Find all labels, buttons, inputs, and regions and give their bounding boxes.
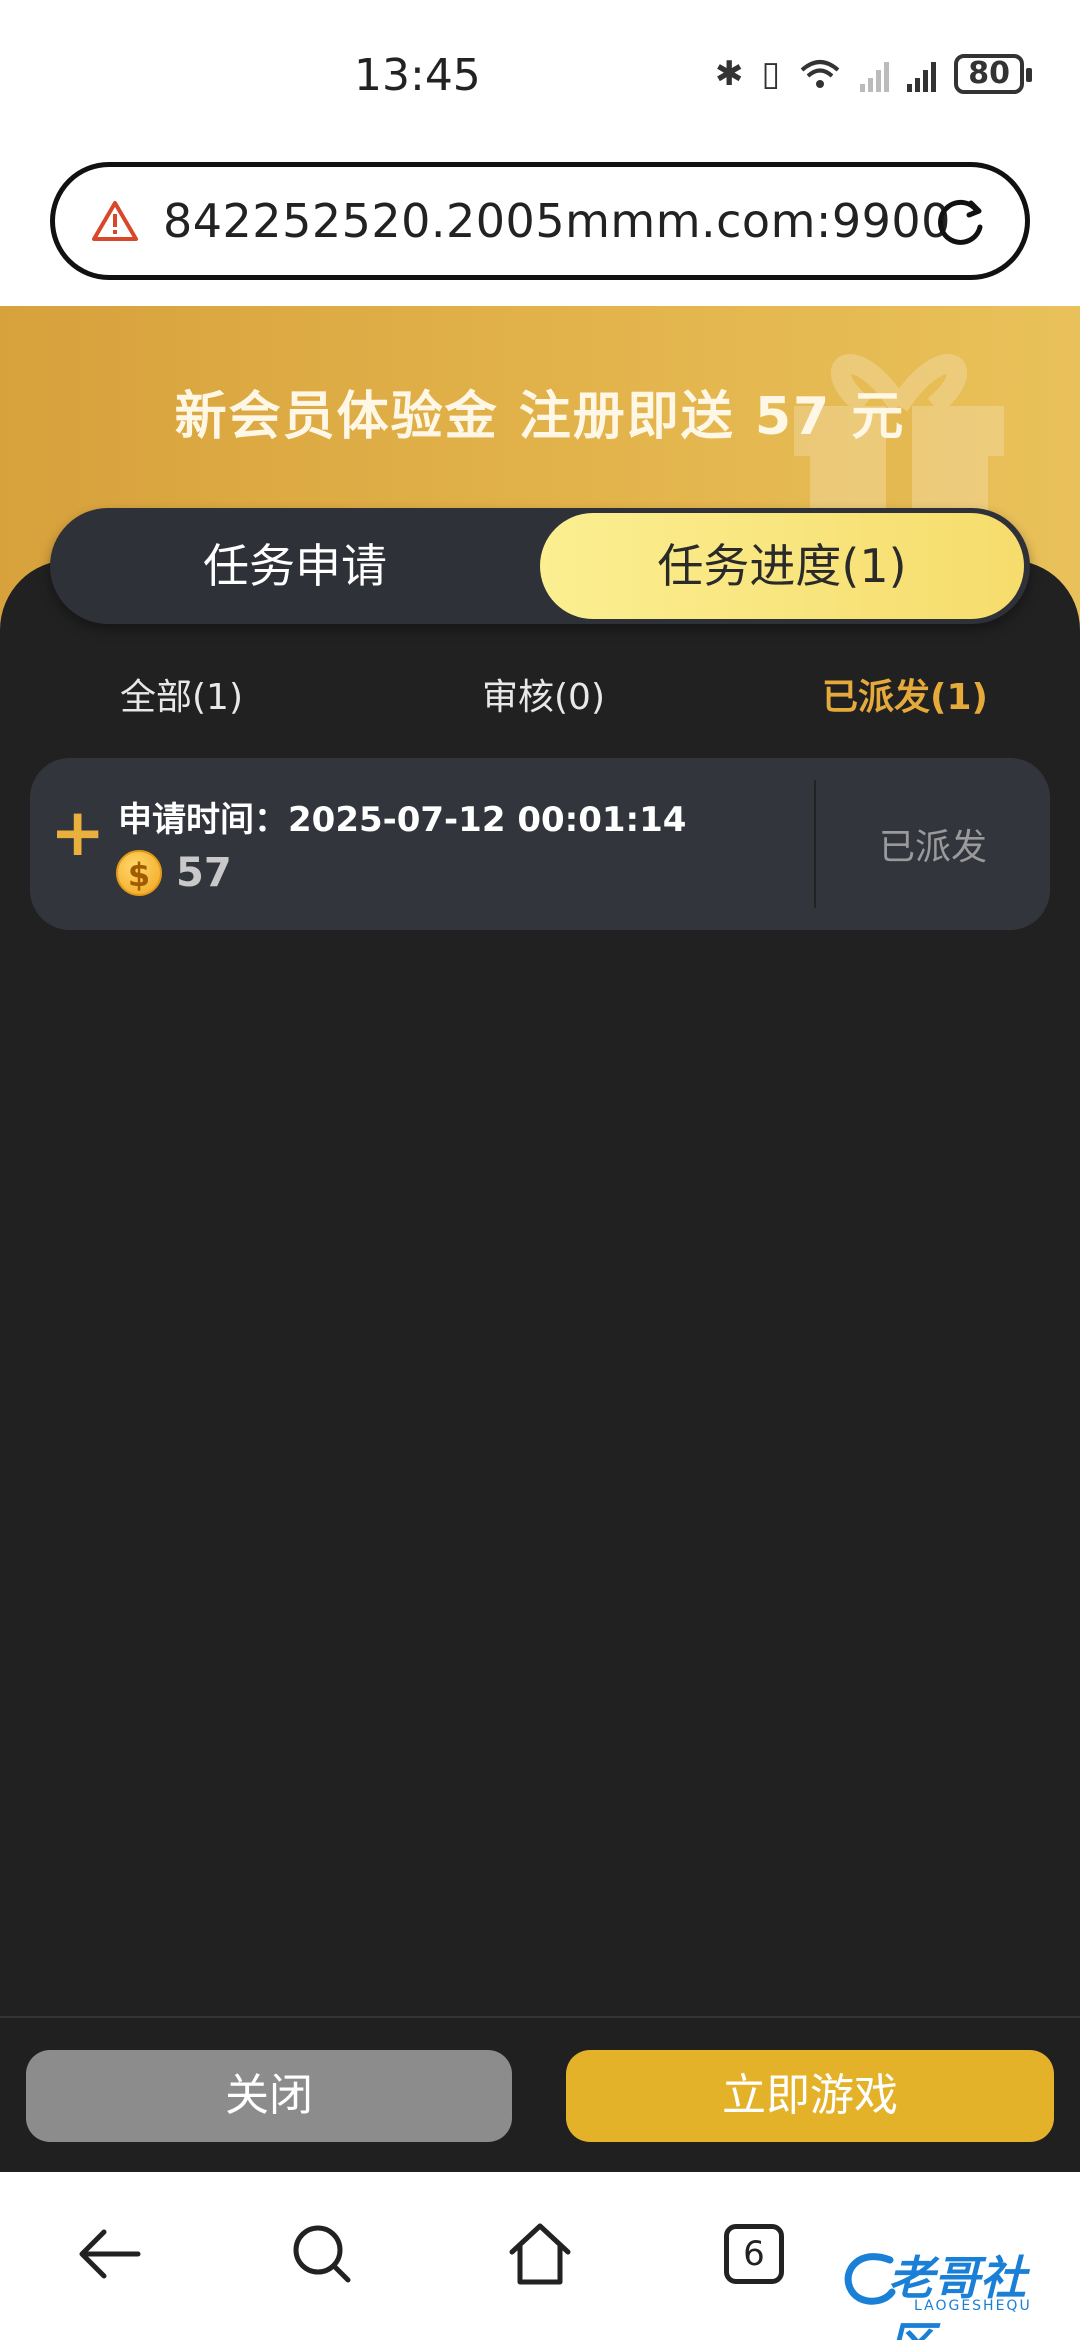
tab-task-progress[interactable]: 任务进度(1): [540, 513, 1024, 619]
subtab-review[interactable]: 审核(0): [482, 668, 605, 720]
tab-task-apply[interactable]: 任务申请: [50, 508, 540, 624]
watermark-logo: 老哥社区 LAOGESHEQU: [840, 2242, 1070, 2340]
expand-plus-icon[interactable]: +: [50, 800, 105, 866]
close-button[interactable]: 关闭: [26, 2050, 512, 2142]
status-icons: ✱ ▯ 80: [715, 54, 1032, 94]
watermark-text: 老哥社区: [888, 2251, 1026, 2340]
play-now-button[interactable]: 立即游戏: [566, 2050, 1054, 2142]
vibrate-icon: ▯: [761, 54, 781, 94]
wifi-icon: [800, 60, 840, 88]
battery-indicator: 80: [954, 54, 1032, 94]
status-badge: 已派发: [878, 827, 987, 868]
apply-time: 申请时间：2025-07-12 00:01:14: [118, 800, 687, 840]
list-item[interactable]: + 申请时间：2025-07-12 00:01:14 $ 57 已派发: [30, 758, 1050, 930]
address-bar[interactable]: 842252520.2005mmm.com:9900: [50, 162, 1030, 280]
signal-icon-sim1: [860, 56, 890, 92]
url-text[interactable]: 842252520.2005mmm.com:9900: [163, 194, 951, 248]
task-segment-control: 任务申请 任务进度(1): [50, 508, 1030, 624]
watermark-subtext: LAOGESHEQU: [914, 2298, 1032, 2314]
subtab-dispatched[interactable]: 已派发(1): [822, 668, 988, 720]
action-footer: 关闭 立即游戏: [0, 2016, 1080, 2172]
tabs-count-button[interactable]: 6: [724, 2224, 784, 2284]
status-bar: 13:45 ✱ ▯ 80: [0, 0, 1080, 150]
back-arrow-icon[interactable]: [74, 2218, 146, 2290]
reload-icon[interactable]: [931, 193, 989, 251]
banner-title: 新会员体验金 注册即送 57 元: [174, 387, 906, 447]
search-icon[interactable]: [286, 2218, 358, 2290]
coin-icon: $: [116, 850, 162, 896]
warning-icon[interactable]: [91, 199, 139, 243]
browser-address-area: 842252520.2005mmm.com:9900: [0, 150, 1080, 306]
subtab-all[interactable]: 全部(1): [120, 668, 243, 720]
reward-amount: 57: [176, 850, 232, 896]
status-time: 13:45: [354, 50, 481, 101]
home-icon[interactable]: [504, 2218, 576, 2290]
browser-nav-bar: 6 老哥社区 LAOGESHEQU: [0, 2172, 1080, 2340]
signal-icon-4g: [907, 56, 937, 92]
bluetooth-icon: ✱: [715, 54, 744, 94]
